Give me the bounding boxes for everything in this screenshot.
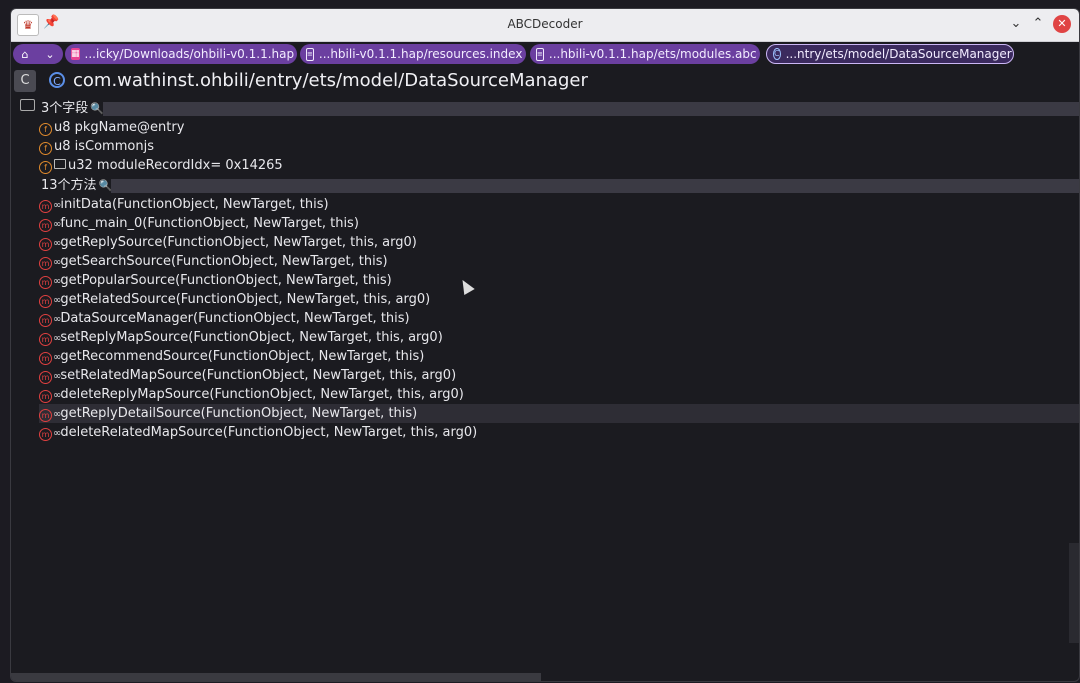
link-icon: ∞ — [53, 238, 61, 249]
link-icon: ∞ — [53, 390, 61, 401]
method-icon: m — [39, 371, 52, 384]
method-text: DataSourceManager(FunctionObject, NewTar… — [60, 311, 410, 326]
method-icon: m — [39, 257, 52, 270]
method-text: getReplySource(FunctionObject, NewTarget… — [60, 235, 417, 250]
method-row[interactable]: m ∞getSearchSource(FunctionObject, NewTar… — [39, 252, 1079, 271]
methods-section-header[interactable]: 13个方法 🔍 — [41, 176, 1079, 195]
method-icon: m — [39, 276, 52, 289]
method-row[interactable]: m ∞func_main_0(FunctionObject, NewTarget,… — [39, 214, 1079, 233]
vertical-scrollbar[interactable] — [1069, 543, 1079, 643]
window-title: ABCDecoder — [507, 17, 583, 31]
method-icon: m — [39, 352, 52, 365]
method-text: getRelatedSource(FunctionObject, NewTarg… — [60, 292, 431, 307]
method-row[interactable]: m ∞getReplySource(FunctionObject, NewTarg… — [39, 233, 1079, 252]
class-icon: C — [49, 72, 65, 88]
link-icon: ∞ — [53, 276, 61, 287]
tab-label: ...hbili-v0.1.1.hap/resources.index — [318, 47, 523, 61]
method-text: func_main_0(FunctionObject, NewTarget, t… — [60, 216, 359, 231]
method-row[interactable]: m ∞getRelatedSource(FunctionObject, NewTa… — [39, 290, 1079, 309]
field-text: u32 moduleRecordIdx= 0x14265 — [68, 158, 283, 173]
method-text: setRelatedMapSource(FunctionObject, NewT… — [60, 368, 457, 383]
link-icon: ∞ — [53, 371, 61, 382]
document-icon: ≡ — [536, 47, 544, 61]
link-icon: ∞ — [53, 333, 61, 344]
method-icon: m — [39, 390, 52, 403]
folder-icon[interactable] — [20, 99, 35, 111]
class-header: C C com.wathinst.ohbili/entry/ets/model/… — [11, 69, 1079, 95]
method-text: deleteReplyMapSource(FunctionObject, New… — [60, 387, 464, 402]
method-icon: m — [39, 200, 52, 213]
field-text: u8 isCommonjs — [54, 139, 154, 154]
field-row[interactable]: f u8 isCommonjs — [39, 137, 1079, 156]
method-text: getReplyDetailSource(FunctionObject, New… — [60, 406, 418, 421]
field-text: u8 pkgName@entry — [54, 120, 185, 135]
method-row[interactable]: m ∞DataSourceManager(FunctionObject, NewT… — [39, 309, 1079, 328]
method-icon: m — [39, 409, 52, 422]
class-view-button[interactable]: C — [14, 70, 36, 92]
method-text: getSearchSource(FunctionObject, NewTarge… — [60, 254, 388, 269]
methods-count-label: 13个方法 — [41, 178, 97, 193]
tab-bar: ⌂ ⌄ ▦ ...icky/Downloads/ohbili-v0.1.1.ha… — [11, 42, 1079, 66]
method-icon: m — [39, 428, 52, 441]
method-row[interactable]: m ∞getRecommendSource(FunctionObject, New… — [39, 347, 1079, 366]
method-text: initData(FunctionObject, NewTarget, this… — [60, 197, 329, 212]
method-text: deleteRelatedMapSource(FunctionObject, N… — [60, 425, 478, 440]
method-row[interactable]: m ∞deleteReplyMapSource(FunctionObject, N… — [39, 385, 1079, 404]
title-bar: ♛ 📌 ABCDecoder ⌄ ⌃ ✕ — [11, 9, 1079, 42]
link-icon: ∞ — [53, 295, 61, 306]
field-row[interactable]: f u8 pkgName@entry — [39, 118, 1079, 137]
tab-resources-index[interactable]: ≡ ...hbili-v0.1.1.hap/resources.index — [300, 44, 526, 64]
folder-icon — [54, 159, 66, 169]
method-row[interactable]: m ∞setRelatedMapSource(FunctionObject, Ne… — [39, 366, 1079, 385]
field-icon: f — [39, 142, 52, 155]
link-icon: ∞ — [53, 428, 61, 439]
chevron-down-icon[interactable]: ⌄ — [45, 48, 54, 61]
method-text: getPopularSource(FunctionObject, NewTarg… — [60, 273, 392, 288]
home-icon[interactable]: ⌂ — [21, 48, 28, 61]
class-members-tree: 3个字段 🔍 f u8 pkgName@entry f u8 isCommonjs f… — [11, 97, 1079, 681]
fields-filter-input[interactable] — [103, 102, 1079, 116]
field-icon: f — [39, 123, 52, 136]
method-icon: m — [39, 219, 52, 232]
tab-datasourcemanager[interactable]: C ...ntry/ets/model/DataSourceManager — [766, 44, 1014, 64]
home-nav[interactable]: ⌂ ⌄ — [13, 44, 63, 64]
tab-label: ...hbili-v0.1.1.hap/ets/modules.abc — [548, 47, 757, 61]
minimize-button[interactable]: ⌄ — [1007, 15, 1025, 33]
method-row[interactable]: m ∞deleteRelatedMapSource(FunctionObject,… — [39, 423, 1079, 442]
document-icon: ≡ — [306, 47, 314, 61]
link-icon: ∞ — [53, 219, 61, 230]
link-icon: ∞ — [53, 352, 61, 363]
class-title: com.wathinst.ohbili/entry/ets/model/Data… — [73, 70, 588, 91]
hap-file-icon: ▦ — [71, 48, 80, 60]
methods-filter-input[interactable] — [111, 179, 1079, 193]
tab-label: ...icky/Downloads/ohbili-v0.1.1.hap — [84, 47, 295, 61]
app-window: ♛ 📌 ABCDecoder ⌄ ⌃ ✕ ⌂ ⌄ ▦ ...icky/Downl… — [10, 8, 1080, 682]
fields-count-label: 3个字段 — [41, 101, 89, 116]
method-row[interactable]: m ∞getReplyDetailSource(FunctionObject, N… — [39, 404, 1079, 423]
method-icon: m — [39, 314, 52, 327]
tab-hap[interactable]: ▦ ...icky/Downloads/ohbili-v0.1.1.hap — [65, 44, 297, 64]
method-icon: m — [39, 238, 52, 251]
link-icon: ∞ — [53, 200, 61, 211]
class-icon: C — [773, 48, 781, 60]
link-icon: ∞ — [53, 409, 61, 420]
tab-modules-abc[interactable]: ≡ ...hbili-v0.1.1.hap/ets/modules.abc — [530, 44, 760, 64]
method-row[interactable]: m ∞setReplyMapSource(FunctionObject, NewT… — [39, 328, 1079, 347]
method-icon: m — [39, 295, 52, 308]
horizontal-scrollbar[interactable] — [11, 673, 541, 681]
close-button[interactable]: ✕ — [1053, 15, 1071, 33]
method-icon: m — [39, 333, 52, 346]
field-row[interactable]: f u32 moduleRecordIdx= 0x14265 — [39, 156, 1079, 175]
method-row[interactable]: m ∞getPopularSource(FunctionObject, NewTa… — [39, 271, 1079, 290]
link-icon: ∞ — [53, 257, 61, 268]
search-icon[interactable]: 🔍 — [90, 102, 104, 115]
fields-section-header[interactable]: 3个字段 🔍 — [41, 99, 1079, 118]
method-text: setReplyMapSource(FunctionObject, NewTar… — [60, 330, 443, 345]
method-text: getRecommendSource(FunctionObject, NewTa… — [60, 349, 425, 364]
link-icon: ∞ — [53, 314, 61, 325]
field-icon: f — [39, 161, 52, 174]
method-row[interactable]: m ∞initData(FunctionObject, NewTarget, th… — [39, 195, 1079, 214]
maximize-button[interactable]: ⌃ — [1029, 15, 1047, 33]
tab-label: ...ntry/ets/model/DataSourceManager — [785, 47, 1012, 61]
